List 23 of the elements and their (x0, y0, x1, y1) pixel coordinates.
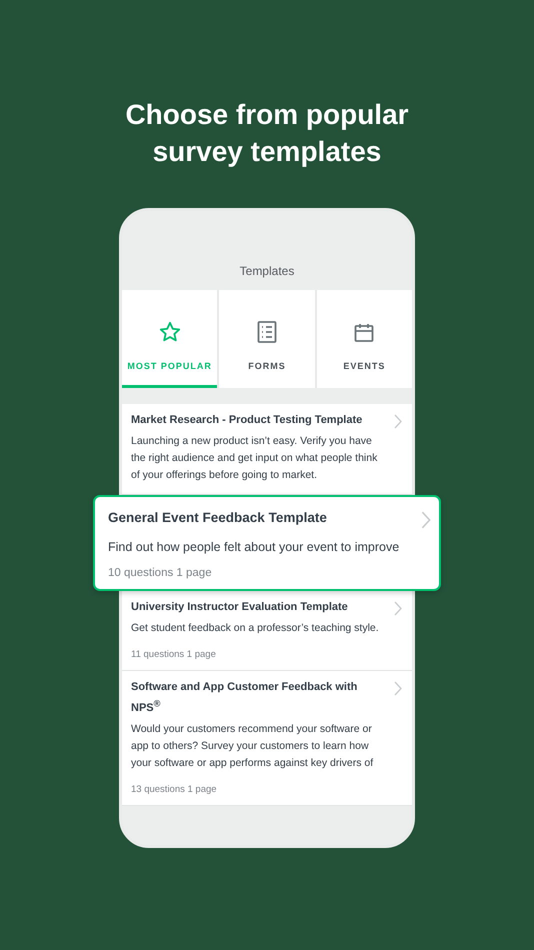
template-meta: 13 questions 1 page (131, 784, 218, 795)
category-tab[interactable]: FORMS (219, 290, 315, 388)
template-title: University Instructor Evaluation Template (131, 600, 349, 615)
category-tab[interactable]: EVENTS (316, 290, 412, 388)
template-description: Find out how people felt about your event to improve (108, 539, 400, 556)
form-icon (256, 321, 277, 343)
template-title: Software and App Customer Feedback with NPS$^{®}$ (131, 680, 358, 716)
template-description: Get student feedback on a professor’s teaching style. (131, 621, 380, 636)
template-title: Market Research - Product Testing Template (131, 413, 364, 428)
screen-title: Templates (240, 264, 294, 278)
star-icon (158, 321, 181, 343)
chevron-icon (394, 681, 402, 696)
highlighted-template-card[interactable]: General Event Feedback Template Find out how people felt about your event to improve 10 questions 1 page (93, 495, 441, 591)
template-title: General Event Feedback Template (108, 509, 328, 527)
headline: Choose from popular survey templates (124, 98, 410, 169)
chevron-icon (421, 511, 431, 529)
chevron-icon (394, 601, 402, 616)
template-description: Launching a new product isn’t easy. Verify you have the right audience and get input on what people think of your offerings before going to market. (131, 434, 378, 483)
template-meta: 10 questions 1 page (108, 567, 213, 579)
template-meta: 11 questions 1 page (131, 649, 217, 660)
template-description: Would your customers recommend your software or app to others? Survey your customers to learn how your software or app performs against key drivers of (131, 722, 374, 771)
chevron-icon (394, 414, 402, 429)
calendar-icon (354, 323, 374, 343)
